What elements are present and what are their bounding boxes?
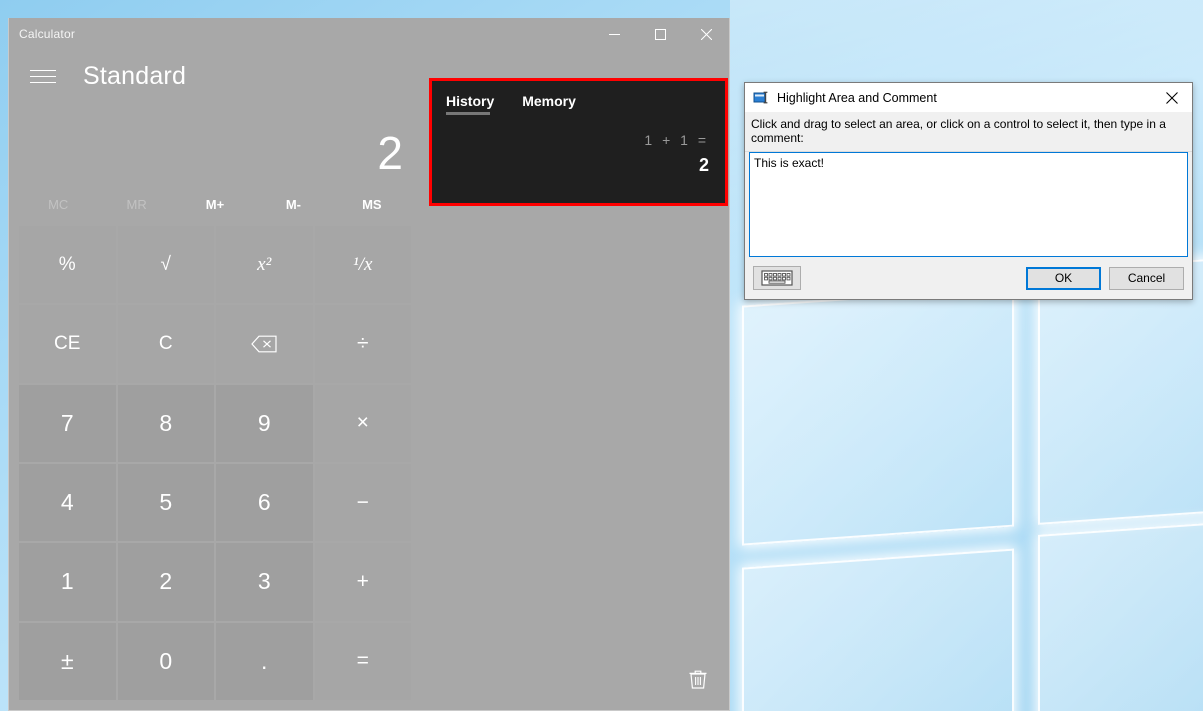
key-eight[interactable]: 8 [117, 384, 214, 462]
backspace-icon [251, 335, 277, 353]
cancel-button[interactable]: Cancel [1109, 266, 1184, 290]
on-screen-keyboard-icon [761, 270, 793, 286]
close-icon [1166, 91, 1178, 104]
key-equals[interactable]: = [314, 622, 411, 700]
logo-pane-1 [742, 286, 1014, 546]
key-subtract[interactable]: − [314, 464, 411, 542]
key-six[interactable]: 6 [216, 464, 313, 542]
history-memory-tabs: History Memory [446, 93, 711, 115]
key-clear-entry[interactable]: CE [19, 305, 116, 383]
dialog-footer: OK Cancel [745, 257, 1192, 299]
calculator-body: Standard 2 MC MR M+ M- MS % √ x² ¹/x CE C ÷ 7 8 9 × 4 5 6… [9, 50, 729, 710]
history-result[interactable]: 2 [699, 155, 709, 176]
hamburger-line [30, 69, 56, 71]
hamburger-line [30, 75, 56, 77]
key-one[interactable]: 1 [19, 543, 116, 621]
clear-history-button[interactable] [685, 666, 711, 692]
tab-history[interactable]: History [446, 93, 494, 115]
calculator-title: Calculator [19, 27, 76, 41]
key-multiply[interactable]: × [314, 384, 411, 462]
memory-button-mplus[interactable]: M+ [176, 182, 254, 226]
history-panel: History Memory 1 + 1 = 2 [429, 78, 728, 206]
calculator-header: Standard [9, 50, 421, 102]
calculator-keypad: % √ x² ¹/x CE C ÷ 7 8 9 × 4 5 6− 1 2 3 + ±0. = [9, 226, 421, 710]
close-button[interactable] [683, 18, 729, 50]
memory-button-row: MC MR M+ M- MS [9, 182, 421, 226]
calculator-window: Calculator Standard 2 MC MR M+ M- MS % √… [8, 18, 730, 711]
minimize-button[interactable] [591, 18, 637, 50]
desktop-background: Calculator Standard 2 MC MR M+ M- MS % √… [0, 0, 1203, 711]
key-five[interactable]: 5 [117, 464, 214, 542]
memory-button-mc: MC [48, 196, 69, 212]
on-screen-keyboard-button[interactable] [753, 266, 801, 290]
key-clear[interactable]: C [117, 305, 214, 383]
logo-pane-4 [1038, 515, 1203, 711]
calculator-side-pane: History Memory 1 + 1 = 2 [421, 50, 729, 710]
highlight-area-dialog: Highlight Area and Comment Click and dra… [744, 82, 1193, 300]
memory-button-ms[interactable]: MS [333, 182, 411, 226]
hamburger-icon[interactable] [23, 59, 63, 93]
dialog-instruction-label: Click and drag to select an area, or cli… [745, 112, 1192, 152]
calculator-main-pane: Standard 2 MC MR M+ M- MS % √ x² ¹/x CE C ÷ 7 8 9 × 4 5 6… [9, 50, 421, 710]
dialog-titlebar[interactable]: Highlight Area and Comment [745, 83, 1192, 112]
logo-pane-3 [742, 548, 1014, 711]
key-square[interactable]: x² [216, 226, 313, 304]
memory-button-mr: MR [126, 196, 147, 212]
minimize-icon [608, 33, 620, 35]
windows-logo [742, 251, 1203, 711]
dialog-close-button[interactable] [1152, 83, 1192, 112]
key-plus-minus[interactable]: ± [19, 622, 116, 700]
key-backspace[interactable] [216, 305, 313, 383]
calculator-display: 2 [9, 102, 421, 182]
window-select-icon [753, 90, 769, 106]
key-zero[interactable]: 0 [117, 622, 214, 700]
key-divide[interactable]: ÷ [314, 305, 411, 383]
history-list: 1 + 1 = 2 [446, 115, 711, 193]
key-two[interactable]: 2 [117, 543, 214, 621]
display-value: 2 [377, 127, 403, 179]
calculator-titlebar[interactable]: Calculator [9, 18, 729, 50]
hamburger-line [30, 81, 56, 83]
key-reciprocal[interactable]: ¹/x [314, 226, 411, 304]
history-expression[interactable]: 1 + 1 = [644, 132, 709, 148]
maximize-icon [654, 28, 666, 40]
key-square-root[interactable]: √ [117, 226, 214, 304]
memory-button-mminus[interactable]: M- [254, 182, 332, 226]
key-percent[interactable]: % [19, 226, 116, 304]
key-four[interactable]: 4 [19, 464, 116, 542]
key-decimal[interactable]: . [216, 622, 313, 700]
tab-memory[interactable]: Memory [522, 93, 576, 115]
comment-input[interactable]: This is exact! [749, 152, 1188, 257]
key-nine[interactable]: 9 [216, 384, 313, 462]
key-add[interactable]: + [314, 543, 411, 621]
key-three[interactable]: 3 [216, 543, 313, 621]
maximize-button[interactable] [637, 18, 683, 50]
dialog-title: Highlight Area and Comment [777, 90, 937, 105]
ok-button[interactable]: OK [1026, 266, 1101, 290]
key-seven[interactable]: 7 [19, 384, 116, 462]
close-icon [700, 28, 712, 40]
trash-icon [689, 670, 707, 689]
calculator-mode-label: Standard [83, 61, 187, 90]
